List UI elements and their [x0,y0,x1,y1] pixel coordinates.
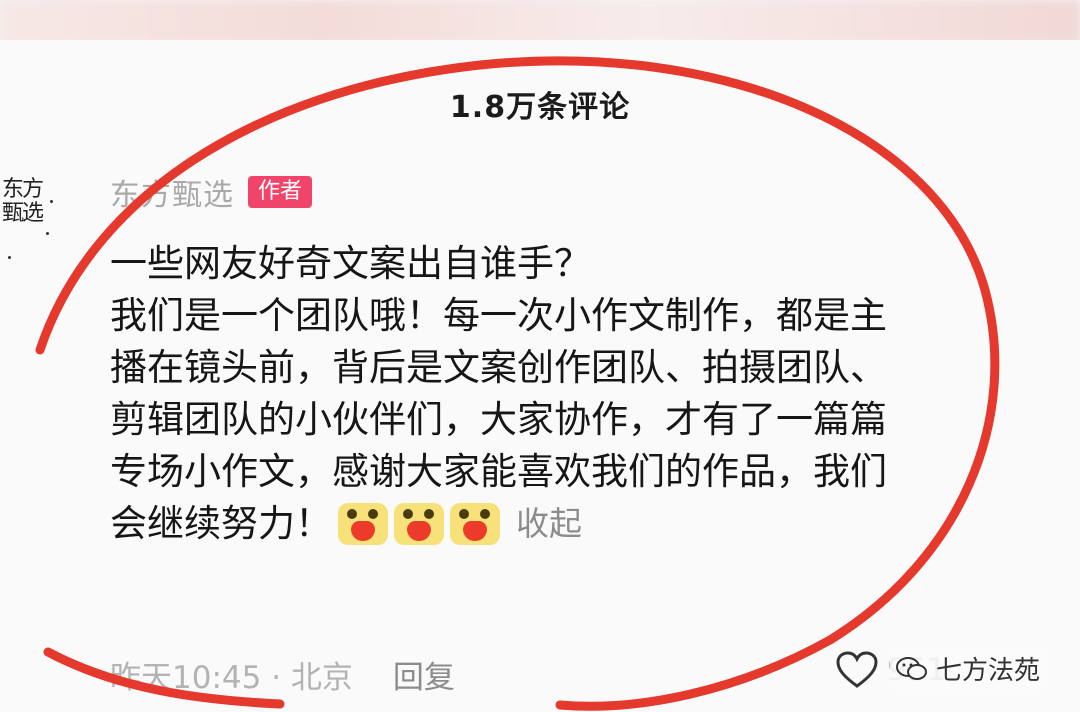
heart-outline-icon [836,651,878,688]
comment-line: 我们是一个团队哦！每一次小作文制作，都是主 [110,294,887,337]
comment-meta: 昨天10:45 · 北京 回复 [110,652,455,697]
heart-eyes-emoji-icon [450,503,500,545]
collapse-link[interactable]: 收起 [516,498,582,550]
author-name[interactable]: 东方甄选 [110,170,234,214]
author-row: 东方甄选 作者 [110,170,313,214]
comment-body: 一些网友好奇文案出自谁手？ 我们是一个团队哦！每一次小作文制作，都是主 播在镜头… [110,238,1080,550]
avatar[interactable]: 东方甄选 [0,170,58,268]
heart-eyes-emoji-icon [338,503,388,545]
blurred-top-edge [0,0,1080,44]
comment-line: 剪辑团队的小伙伴们，大家协作，才有了一篇篇 [110,398,887,441]
comment-line: 播在镜头前，背后是文案创作团队、拍摄团队、 [110,346,887,389]
comment-count-title: 1.8万条评论 [449,90,631,125]
reply-button[interactable]: 回复 [393,652,455,697]
author-badge: 作者 [248,176,313,208]
heart-eyes-emoji-icon [394,503,444,545]
comment-line: 会继续努力！ [110,502,332,545]
comment-line: 一些网友好奇文案出自谁手？ [110,242,591,285]
avatar-text: 东方甄选 [2,177,44,226]
timestamp: 昨天10:45 · 北京 [110,660,353,696]
comment-last-line: 会继续努力！ 收起 [110,498,1080,550]
watermark-text: 七方法苑 [936,656,1041,686]
watermark: 七方法苑 [890,648,1047,689]
wechat-icon [896,656,927,680]
comment-line: 专场小作文，感谢大家能喜欢我们的作品，我们 [110,450,887,493]
